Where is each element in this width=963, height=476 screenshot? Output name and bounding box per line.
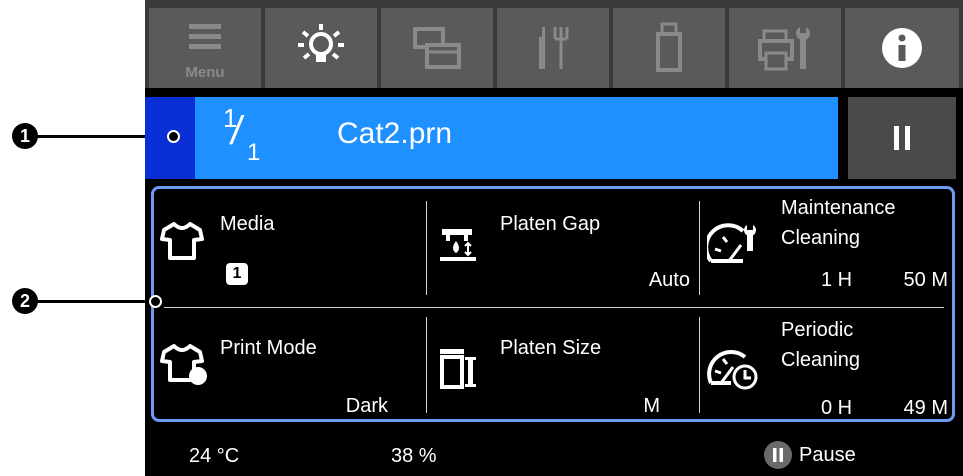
platen-gap-setting[interactable]: Platen Gap Auto <box>428 189 698 306</box>
maintenance-gauge-icon <box>707 223 756 263</box>
divider <box>699 317 700 413</box>
printer-settings-icon <box>758 27 810 71</box>
pause-label: Pause <box>799 443 856 466</box>
light-bulb-icon <box>298 24 344 62</box>
print-job-bar[interactable]: 1 / 1 Cat2.prn <box>145 97 838 179</box>
maintenance-minutes: 50 M <box>903 269 948 291</box>
periodic-label-line2: Cleaning <box>781 349 860 371</box>
tools-icon <box>539 27 569 69</box>
divider <box>426 201 427 295</box>
printer-screen: Menu 1 / 1 Cat2.prn Media 1 Platen Gap A… <box>145 0 963 476</box>
job-pause-button[interactable] <box>848 97 956 179</box>
light-button[interactable] <box>265 8 377 88</box>
print-mode-label: Print Mode <box>220 337 317 359</box>
menu-button[interactable]: Menu <box>149 8 261 88</box>
platen-size-label: Platen Size <box>500 337 602 359</box>
print-mode-setting[interactable]: Print Mode Dark <box>154 309 424 419</box>
pause-icon <box>894 126 910 150</box>
maintenance-hours: 1 H <box>821 269 853 291</box>
platen-size-value: M <box>643 395 660 417</box>
print-mode-value: Dark <box>345 395 388 417</box>
divider <box>164 307 944 308</box>
callout-2-line <box>36 300 154 303</box>
callout-2-marker: 2 <box>12 288 38 314</box>
menu-icon <box>189 24 221 49</box>
maintenance-label-line2: Cleaning <box>781 227 860 249</box>
info-button[interactable] <box>845 8 959 88</box>
status-bar: 24 °C 38 % Pause <box>145 428 963 476</box>
periodic-minutes: 49 M <box>903 397 948 419</box>
platen-gap-label: Platen Gap <box>500 213 601 235</box>
platen-size-setting[interactable]: Platen Size M <box>428 309 698 419</box>
job-total-number: 1 <box>247 139 261 166</box>
maintenance-tools-button[interactable] <box>497 8 609 88</box>
settings-panel: Media 1 Platen Gap Auto Maintenance Clea… <box>151 186 955 422</box>
media-setting[interactable]: Media 1 <box>154 189 424 306</box>
periodic-hours: 0 H <box>821 397 853 419</box>
tshirt-icon <box>160 222 204 260</box>
platen-gap-value: Auto <box>648 269 690 291</box>
info-icon <box>882 28 922 68</box>
callout-1-endpoint <box>167 130 180 143</box>
platen-gap-icon <box>440 229 476 261</box>
job-file-name: Cat2.prn <box>337 117 453 150</box>
usb-drive-icon <box>656 22 682 72</box>
status-pause-button[interactable]: Pause <box>763 440 856 470</box>
media-number-badge: 1 <box>226 263 248 285</box>
usb-button[interactable] <box>613 8 725 88</box>
pause-circle-icon <box>764 441 792 469</box>
top-toolbar: Menu <box>145 0 963 88</box>
temperature-readout: 24 °C <box>189 445 240 467</box>
windows-icon <box>413 27 461 69</box>
maintenance-label-line1: Maintenance <box>781 197 896 219</box>
periodic-cleaning-setting[interactable]: Periodic Cleaning 0 H 49 M <box>701 309 952 419</box>
tshirt-dark-icon <box>160 344 207 385</box>
windows-button[interactable] <box>381 8 493 88</box>
periodic-label-line1: Periodic <box>781 319 854 341</box>
periodic-cleaning-icon <box>707 350 758 390</box>
printer-settings-button[interactable] <box>729 8 841 88</box>
media-label: Media <box>220 213 275 235</box>
platen-size-icon <box>440 349 476 389</box>
divider <box>699 201 700 295</box>
callout-2-endpoint <box>149 295 162 308</box>
humidity-readout: 38 % <box>391 445 437 467</box>
divider <box>426 317 427 413</box>
maintenance-cleaning-setting[interactable]: Maintenance Cleaning 1 H 50 M <box>701 189 952 306</box>
callout-1-marker: 1 <box>12 123 38 149</box>
menu-label: Menu <box>185 64 225 81</box>
